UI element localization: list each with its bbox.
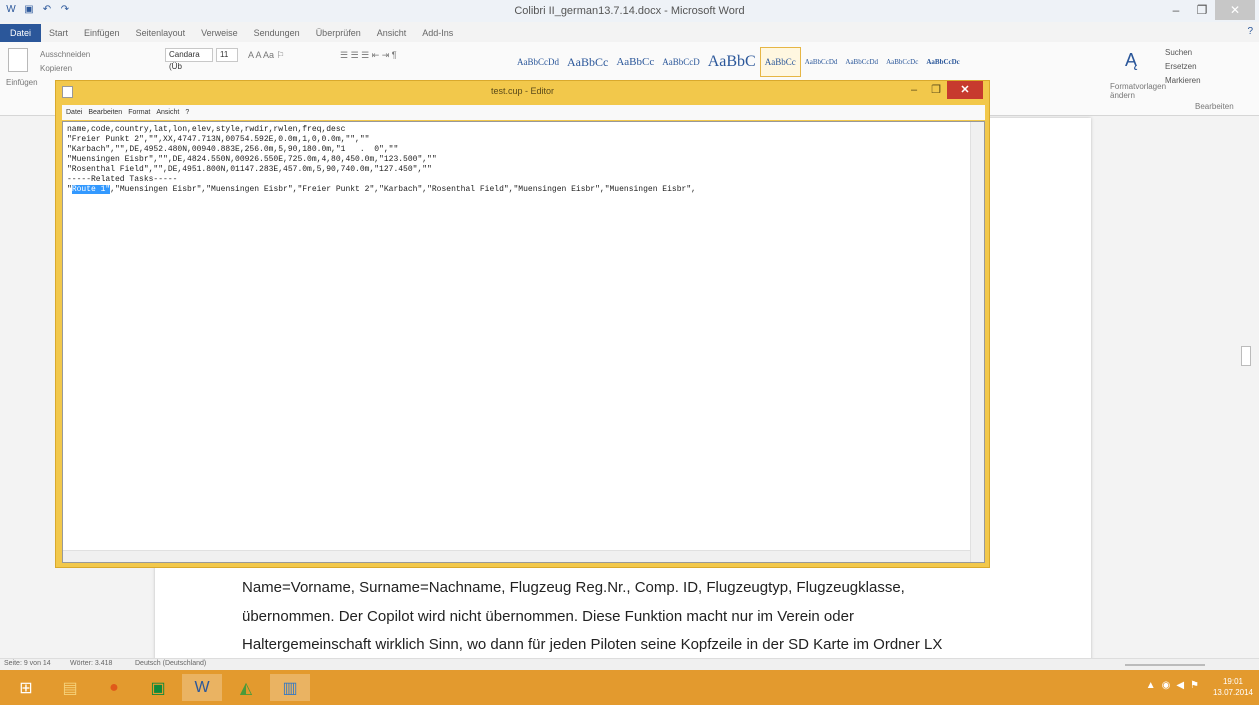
start-icon[interactable]: ⊞ xyxy=(6,674,46,701)
taskbar: ⊞ ▤ ● ▣ W ◭ ▥ ▲ ◉ ◀ ⚑ 19:01 13.07.2014 xyxy=(0,670,1259,705)
edit-group-label: Bearbeiten xyxy=(1195,102,1234,111)
text-line: "Muensingen Eisbr","",DE,4824.550N,00926… xyxy=(67,155,437,164)
firefox-icon[interactable]: ● xyxy=(94,674,134,701)
style-heading1[interactable]: AaBbCc xyxy=(563,55,612,70)
style-heading2[interactable]: AaBbCc xyxy=(612,56,658,68)
word-window-controls: – ❐ ✕ xyxy=(1163,0,1255,20)
style-heading3[interactable]: AaBbCcD xyxy=(658,57,704,67)
text-line: name,code,country,lat,lon,elev,style,rwd… xyxy=(67,125,346,134)
style-subtitle[interactable]: AaBbCc xyxy=(759,47,801,77)
menu-format[interactable]: Format xyxy=(128,109,150,116)
notepad-horizontal-scrollbar[interactable] xyxy=(63,550,970,562)
maximize-button[interactable]: ❐ xyxy=(1189,0,1215,20)
menu-help[interactable]: ? xyxy=(185,109,189,116)
tab-start[interactable]: Start xyxy=(41,28,76,38)
font-name-select[interactable]: Candara (Üb xyxy=(165,48,213,71)
ribbon-tabs: Datei Start Einfügen Seitenlayout Verwei… xyxy=(0,24,1259,42)
word-title: Colibri II_german13.7.14.docx - Microsof… xyxy=(514,5,745,17)
notepad-title: test.cup - Editor xyxy=(490,86,555,96)
zoom-slider[interactable] xyxy=(1125,664,1205,666)
tab-file[interactable]: Datei xyxy=(0,24,42,42)
close-button[interactable]: ✕ xyxy=(1215,0,1255,20)
volume-icon[interactable]: ◀ xyxy=(1176,680,1184,691)
tab-addins[interactable]: Add-Ins xyxy=(414,28,461,38)
notepad-title-bar[interactable]: test.cup - Editor – ❐ ✕ xyxy=(56,81,989,103)
notepad-menu-bar: Datei Bearbeiten Format Ansicht ? xyxy=(62,105,985,120)
styles-gallery: AaBbCcDd AaBbCc AaBbCc AaBbCcD AaBbC AaB… xyxy=(513,46,964,78)
network-icon[interactable]: ◉ xyxy=(1162,680,1171,691)
notepad-taskbar-icon[interactable]: ▥ xyxy=(270,674,310,701)
tab-view[interactable]: Ansicht xyxy=(369,28,415,38)
notepad-close-button[interactable]: ✕ xyxy=(947,81,983,99)
system-tray: ▲ ◉ ◀ ⚑ xyxy=(1146,680,1199,691)
menu-view[interactable]: Ansicht xyxy=(156,109,179,116)
style-title[interactable]: AaBbC xyxy=(704,53,760,71)
document-line[interactable]: Haltergemeinschaft wirklich Sinn, wo dan… xyxy=(242,636,942,653)
style-subtle[interactable]: AaBbCcDd xyxy=(801,58,842,66)
paste-label[interactable]: Einfügen xyxy=(6,78,38,87)
text-line: -----Related Tasks----- xyxy=(67,175,178,184)
copy-button[interactable]: Kopieren xyxy=(40,64,72,73)
style-standard[interactable]: AaBbCcDd xyxy=(513,57,563,67)
font-size-select[interactable]: 11 xyxy=(216,48,238,62)
page-count[interactable]: Seite: 9 von 14 xyxy=(4,660,51,667)
tab-layout[interactable]: Seitenlayout xyxy=(128,28,194,38)
tab-references[interactable]: Verweise xyxy=(193,28,246,38)
notepad-window-controls: – ❐ ✕ xyxy=(903,81,983,99)
menu-edit[interactable]: Bearbeiten xyxy=(88,109,122,116)
document-line[interactable]: Name=Vorname, Surname=Nachname, Flugzeug… xyxy=(242,579,905,596)
style-emphasis[interactable]: AaBbCcDd xyxy=(841,58,882,66)
text-line: "Rosenthal Field","",DE,4951.800N,01147.… xyxy=(67,165,432,174)
notepad-text-area[interactable]: name,code,country,lat,lon,elev,style,rwd… xyxy=(62,121,985,563)
word-count[interactable]: Wörter: 3.418 xyxy=(70,660,112,667)
document-scrollbar[interactable] xyxy=(1238,118,1254,658)
paragraph-tools-icon[interactable]: ☰ ☰ ☰ ⇤ ⇥ ¶ xyxy=(340,50,397,61)
selected-text[interactable]: Route 1" xyxy=(71,185,111,194)
clock-date: 13.07.2014 xyxy=(1212,688,1253,697)
notepad-vertical-scrollbar[interactable] xyxy=(970,122,984,562)
status-bar: Seite: 9 von 14 Wörter: 3.418 Deutsch (D… xyxy=(0,658,1259,670)
task-rest: ,"Muensingen Eisbr","Muensingen Eisbr","… xyxy=(110,185,696,194)
font-tools-icon[interactable]: A A Aa ⚐ xyxy=(248,50,285,61)
explorer-icon[interactable]: ▤ xyxy=(50,674,90,701)
help-icon[interactable]: ? xyxy=(1247,26,1253,37)
style-intense[interactable]: AaBbCcDc xyxy=(882,58,922,66)
minimize-button[interactable]: – xyxy=(1163,0,1189,20)
menu-file[interactable]: Datei xyxy=(66,109,82,116)
word-taskbar-icon[interactable]: W xyxy=(182,674,222,701)
word-title-bar: W ▣ ↶ ↷ Colibri II_german13.7.14.docx - … xyxy=(0,0,1259,22)
task-line: "Route 1","Muensingen Eisbr","Muensingen… xyxy=(67,185,696,195)
select-button[interactable]: Markieren xyxy=(1165,76,1201,85)
document-line[interactable]: übernommen. Der Copilot wird nicht übern… xyxy=(242,608,854,625)
tab-review[interactable]: Überprüfen xyxy=(308,28,369,38)
clock[interactable]: 19:01 13.07.2014 xyxy=(1213,676,1253,698)
scrollbar-thumb[interactable] xyxy=(1241,346,1251,366)
text-line: "Karbach","",DE,4952.480N,00940.883E,256… xyxy=(67,145,399,154)
text-line: "Freier Punkt 2","",XX,4747.713N,00754.5… xyxy=(67,135,370,144)
flag-icon[interactable]: ⚑ xyxy=(1190,680,1199,691)
style-strong[interactable]: AaBbCcDc xyxy=(922,58,963,66)
tab-insert[interactable]: Einfügen xyxy=(76,28,128,38)
change-styles-label[interactable]: Formatvorlagen ändern xyxy=(1110,82,1166,100)
replace-button[interactable]: Ersetzen xyxy=(1165,62,1197,71)
clock-time: 19:01 xyxy=(1222,677,1243,686)
cut-button[interactable]: Ausschneiden xyxy=(40,50,90,59)
find-button[interactable]: Suchen xyxy=(1165,48,1192,57)
paste-icon[interactable] xyxy=(8,48,28,72)
store-icon[interactable]: ▣ xyxy=(138,674,178,701)
language[interactable]: Deutsch (Deutschland) xyxy=(135,660,206,667)
tab-mailings[interactable]: Sendungen xyxy=(246,28,308,38)
chevron-up-icon[interactable]: ▲ xyxy=(1146,680,1156,691)
notepad-minimize-button[interactable]: – xyxy=(903,81,925,99)
app-icon[interactable]: ◭ xyxy=(226,674,266,701)
notepad-window: test.cup - Editor – ❐ ✕ Datei Bearbeiten… xyxy=(55,80,990,568)
notepad-maximize-button[interactable]: ❐ xyxy=(925,81,947,99)
notepad-text[interactable]: name,code,country,lat,lon,elev,style,rwd… xyxy=(67,125,696,195)
change-styles-icon[interactable]: Ą xyxy=(1125,50,1137,71)
